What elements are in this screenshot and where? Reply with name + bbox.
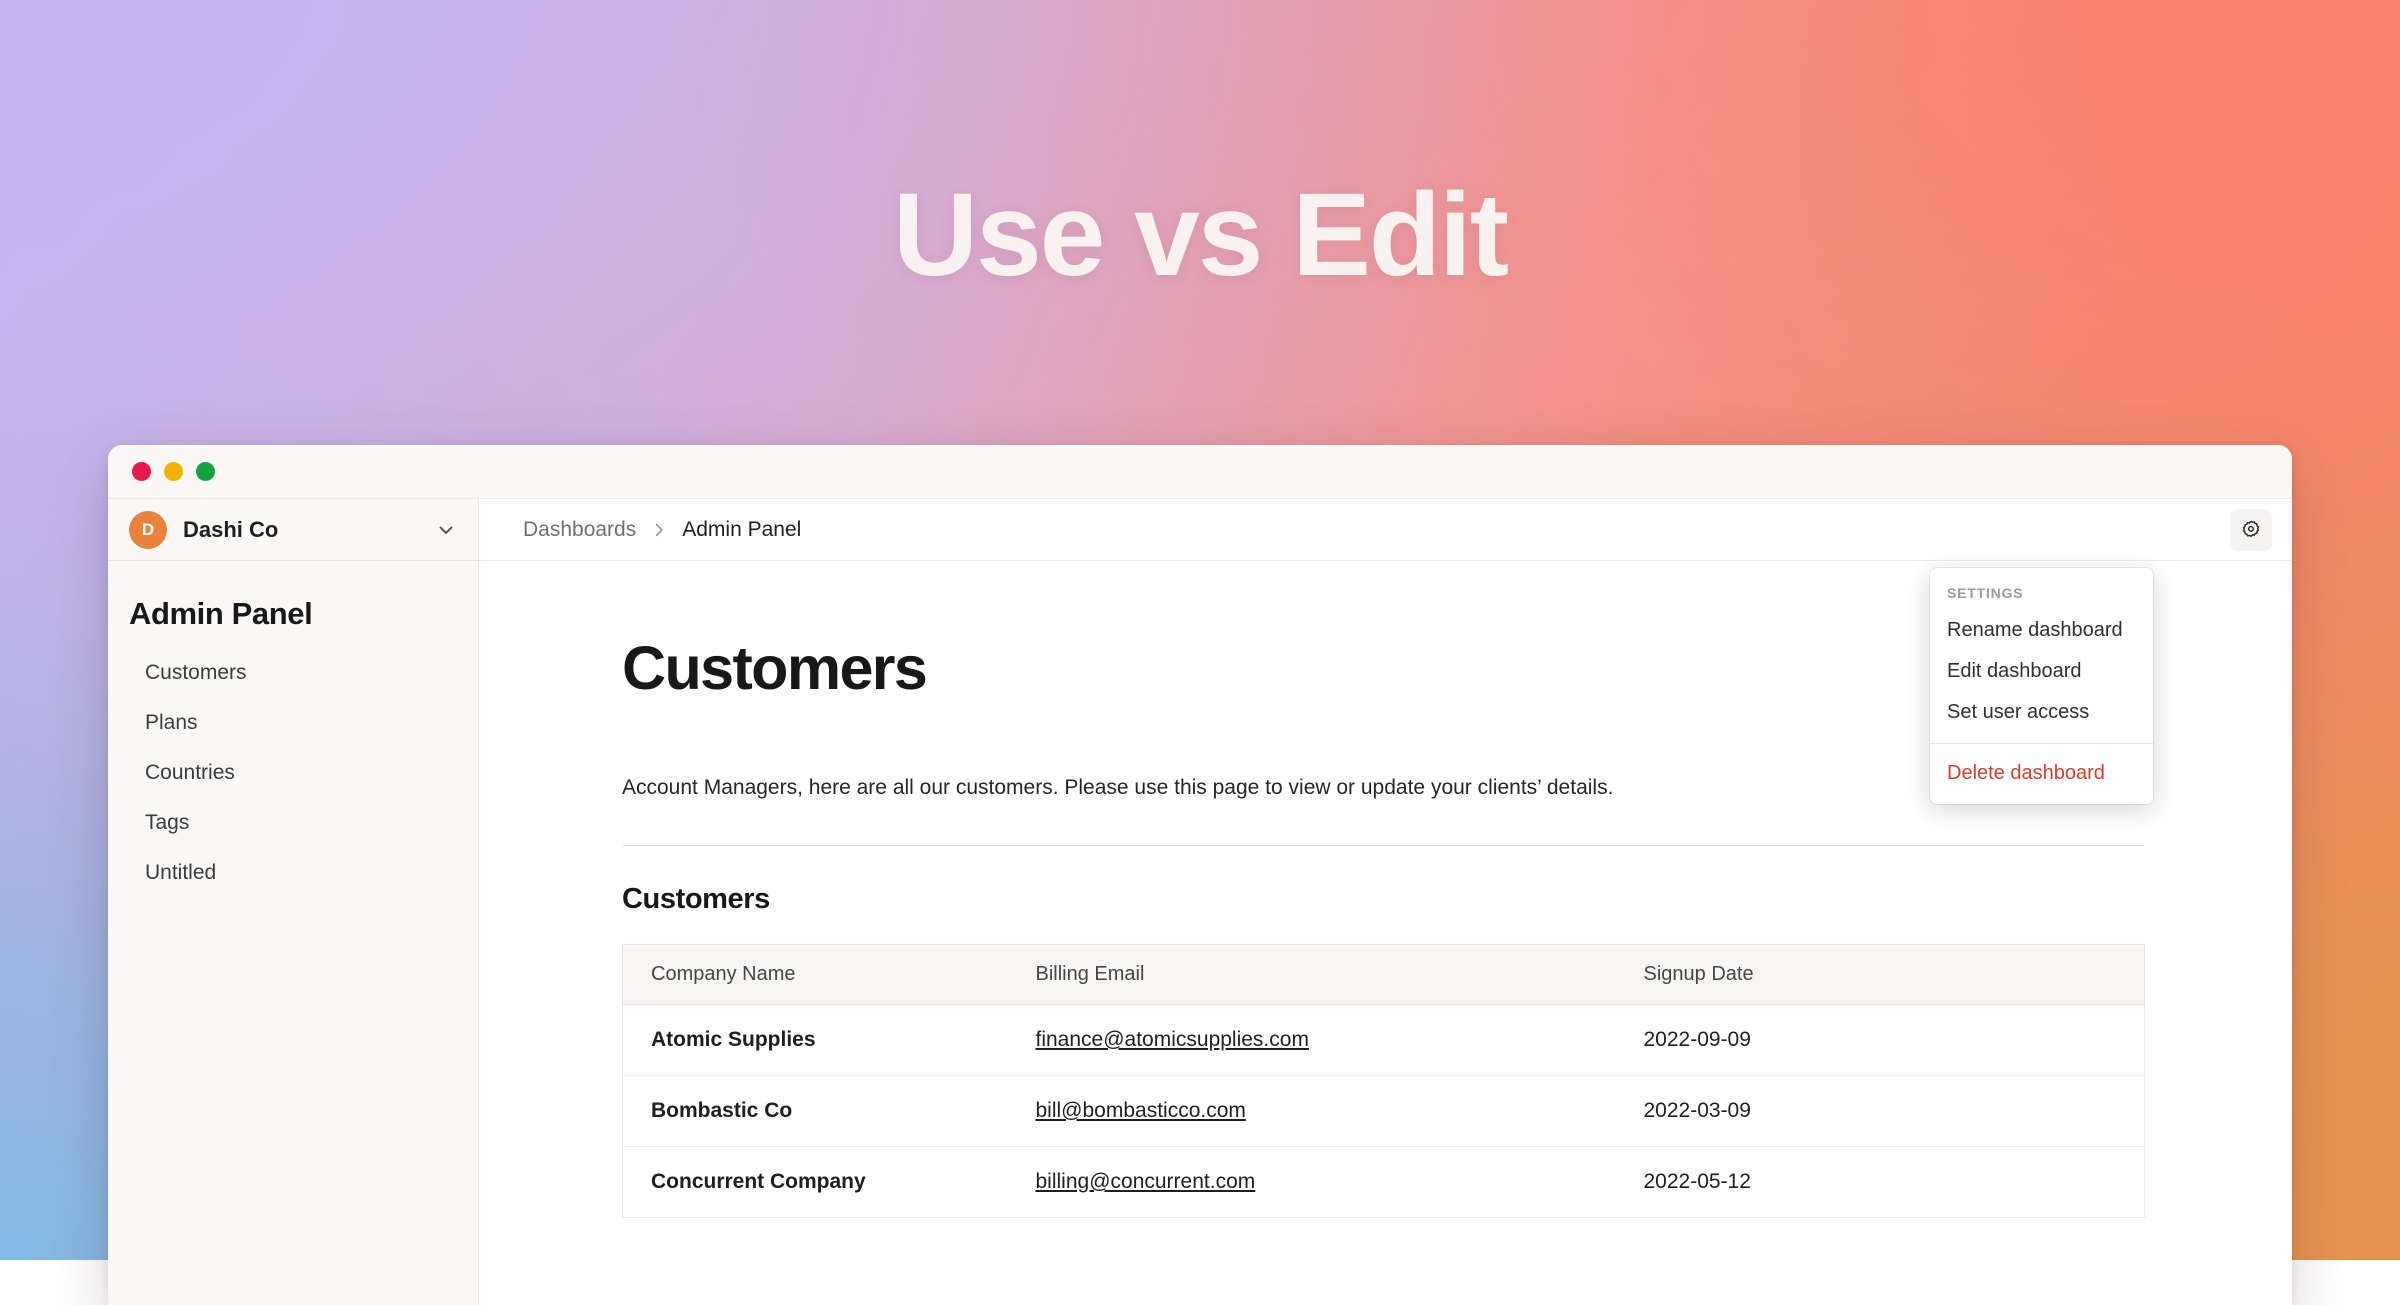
- cell-signup-date: 2022-09-09: [1616, 1005, 2145, 1076]
- column-header-company-name[interactable]: Company Name: [623, 945, 1008, 1005]
- column-header-billing-email[interactable]: Billing Email: [1008, 945, 1616, 1005]
- table-body: Atomic Supplies finance@atomicsupplies.c…: [623, 1005, 2145, 1218]
- avatar: D: [129, 511, 167, 549]
- org-name: Dashi Co: [183, 517, 436, 543]
- breadcrumb: Dashboards Admin Panel: [523, 518, 2230, 542]
- window-titlebar: [108, 445, 2292, 499]
- menu-divider: [1930, 743, 2153, 744]
- menu-item-delete-dashboard[interactable]: Delete dashboard: [1930, 753, 2153, 794]
- close-window-button[interactable]: [132, 462, 151, 481]
- customers-table: Company Name Billing Email Signup Date A…: [622, 944, 2145, 1218]
- sidebar-item-customers[interactable]: Customers: [108, 648, 478, 698]
- email-link[interactable]: bill@bombasticco.com: [1036, 1099, 1246, 1122]
- breadcrumb-item-admin-panel[interactable]: Admin Panel: [682, 518, 801, 542]
- table-header-row: Company Name Billing Email Signup Date: [623, 945, 2145, 1005]
- sidebar: D Dashi Co Admin Panel Customers Plans C…: [108, 499, 479, 1305]
- cell-signup-date: 2022-03-09: [1616, 1076, 2145, 1147]
- minimize-window-button[interactable]: [164, 462, 183, 481]
- dashboard-title: Admin Panel: [108, 561, 478, 632]
- sidebar-item-countries[interactable]: Countries: [108, 748, 478, 798]
- cell-billing-email: bill@bombasticco.com: [1008, 1076, 1616, 1147]
- menu-item-set-user-access[interactable]: Set user access: [1930, 692, 2153, 733]
- chevron-right-icon: [652, 523, 666, 537]
- email-link[interactable]: finance@atomicsupplies.com: [1036, 1028, 1309, 1051]
- column-header-signup-date[interactable]: Signup Date: [1616, 945, 2145, 1005]
- table-header: Company Name Billing Email Signup Date: [623, 945, 2145, 1005]
- hero-title: Use vs Edit: [0, 176, 2400, 294]
- section-title: Customers: [622, 883, 2292, 916]
- settings-button[interactable]: [2230, 509, 2272, 551]
- breadcrumb-item-dashboards[interactable]: Dashboards: [523, 518, 636, 542]
- settings-dropdown-menu: SETTINGS Rename dashboard Edit dashboard…: [1930, 568, 2153, 804]
- divider: [622, 845, 2144, 846]
- cell-company-name: Bombastic Co: [623, 1076, 1008, 1147]
- org-switcher[interactable]: D Dashi Co: [108, 499, 478, 561]
- zoom-window-button[interactable]: [196, 462, 215, 481]
- menu-item-edit-dashboard[interactable]: Edit dashboard: [1930, 651, 2153, 692]
- cell-company-name: Atomic Supplies: [623, 1005, 1008, 1076]
- sidebar-item-untitled[interactable]: Untitled: [108, 848, 478, 898]
- table-row[interactable]: Concurrent Company billing@concurrent.co…: [623, 1147, 2145, 1218]
- email-link[interactable]: billing@concurrent.com: [1036, 1170, 1256, 1193]
- cell-company-name: Concurrent Company: [623, 1147, 1008, 1218]
- cell-signup-date: 2022-05-12: [1616, 1147, 2145, 1218]
- cell-billing-email: finance@atomicsupplies.com: [1008, 1005, 1616, 1076]
- sidebar-item-plans[interactable]: Plans: [108, 698, 478, 748]
- menu-section-header: SETTINGS: [1930, 580, 2153, 610]
- table-row[interactable]: Bombastic Co bill@bombasticco.com 2022-0…: [623, 1076, 2145, 1147]
- table-row[interactable]: Atomic Supplies finance@atomicsupplies.c…: [623, 1005, 2145, 1076]
- chevron-down-icon: [436, 520, 456, 540]
- sidebar-nav: Customers Plans Countries Tags Untitled: [108, 632, 478, 898]
- sidebar-item-tags[interactable]: Tags: [108, 798, 478, 848]
- cell-billing-email: billing@concurrent.com: [1008, 1147, 1616, 1218]
- top-bar: Dashboards Admin Panel: [479, 499, 2292, 561]
- gear-icon: [2240, 519, 2262, 541]
- menu-item-rename-dashboard[interactable]: Rename dashboard: [1930, 610, 2153, 651]
